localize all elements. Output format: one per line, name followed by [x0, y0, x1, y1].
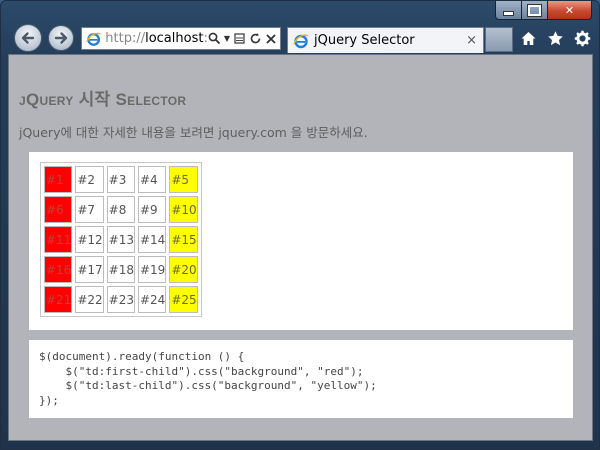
table-cell: #16	[44, 256, 73, 283]
table-panel: #1 #2 #3 #4 #5 #6 #7 #8 #9 #10 #11 #12 #13 #14 #15 #16 #…	[29, 152, 573, 330]
maximize-button[interactable]	[522, 1, 548, 20]
dropdown-icon[interactable]: ▼	[224, 34, 230, 43]
stop-icon[interactable]	[265, 33, 277, 45]
table-cell: #10	[169, 196, 198, 223]
ie-logo-icon	[293, 33, 309, 48]
table-cell: #22	[75, 286, 104, 313]
tab-jquery-selector[interactable]: jQuery Selector ×	[287, 27, 484, 53]
table-cell: #14	[137, 226, 167, 253]
table-cell: #6	[44, 196, 73, 223]
table-cell: #9	[137, 196, 167, 223]
tools-gear-icon[interactable]	[574, 30, 591, 47]
favorites-star-icon[interactable]	[547, 30, 564, 47]
table-cell: #11	[44, 226, 73, 253]
page-title: jQuery 시작 Selector	[19, 90, 187, 109]
forward-button[interactable]	[48, 25, 74, 51]
new-tab-button[interactable]	[485, 27, 513, 52]
code-line: $("td:first-child").css("background", "r…	[39, 364, 364, 378]
maximize-icon	[528, 4, 541, 16]
minimize-button[interactable]	[495, 1, 522, 20]
address-bar-actions: ▼	[208, 32, 280, 45]
tab-title: jQuery Selector	[314, 33, 415, 48]
browser-window: ✕ http://localhost: ▼ jQuery Selector × …	[0, 0, 600, 450]
table-row: #6 #7 #8 #9 #10	[44, 196, 198, 223]
table-cell: #24	[137, 286, 167, 313]
table-cell: #20	[169, 256, 198, 283]
tab-close-button[interactable]: ×	[466, 33, 477, 48]
page-subtitle: jQuery에 대한 자세한 내용을 보려면 jquery.com 을 방문하세…	[19, 125, 368, 140]
page-viewport: jQuery 시작 Selector jQuery에 대한 자세한 내용을 보려…	[8, 54, 593, 441]
table-row: #1 #2 #3 #4 #5	[44, 166, 198, 193]
table-cell: #1	[44, 166, 73, 193]
close-window-button[interactable]: ✕	[548, 1, 592, 20]
table-row: #21 #22 #23 #24 #25	[44, 286, 198, 313]
search-icon[interactable]	[208, 32, 221, 45]
code-line: $(document).ready(function () {	[39, 350, 245, 363]
code-block: $(document).ready(function () { $("td:fi…	[29, 340, 573, 418]
table-cell: #18	[106, 256, 135, 283]
table-cell: #25	[169, 286, 198, 313]
table-cell: #21	[44, 286, 73, 313]
table-cell: #8	[106, 196, 135, 223]
minimize-icon	[503, 11, 514, 16]
table-cell: #3	[106, 166, 135, 193]
address-url: http://localhost:	[105, 31, 208, 46]
window-caption-buttons: ✕	[495, 1, 592, 20]
close-icon: ✕	[564, 3, 575, 17]
code-line: });	[39, 393, 59, 407]
table-cell: #23	[106, 286, 135, 313]
back-arrow-icon	[21, 32, 35, 44]
selector-demo-table: #1 #2 #3 #4 #5 #6 #7 #8 #9 #10 #11 #12 #13 #14 #15 #16 #…	[40, 162, 202, 317]
forward-arrow-icon	[54, 32, 68, 44]
address-bar[interactable]: http://localhost: ▼	[81, 27, 281, 50]
table-cell: #2	[75, 166, 104, 193]
code-line: $("td:last-child").css("background", "ye…	[39, 379, 377, 392]
table-cell: #15	[169, 226, 198, 253]
refresh-icon[interactable]	[249, 32, 262, 45]
table-cell: #5	[169, 166, 198, 193]
table-cell: #12	[75, 226, 104, 253]
table-cell: #17	[75, 256, 104, 283]
table-cell: #19	[137, 256, 167, 283]
table-cell: #13	[106, 226, 135, 253]
table-row: #16 #17 #18 #19 #20	[44, 256, 198, 283]
ie-logo-icon	[86, 32, 101, 46]
table-cell: #4	[137, 166, 167, 193]
table-cell: #7	[75, 196, 104, 223]
table-row: #11 #12 #13 #14 #15	[44, 226, 198, 253]
browser-tool-icons	[520, 30, 591, 47]
compat-view-icon[interactable]	[233, 32, 246, 45]
back-button[interactable]	[14, 24, 42, 52]
home-icon[interactable]	[520, 30, 537, 47]
